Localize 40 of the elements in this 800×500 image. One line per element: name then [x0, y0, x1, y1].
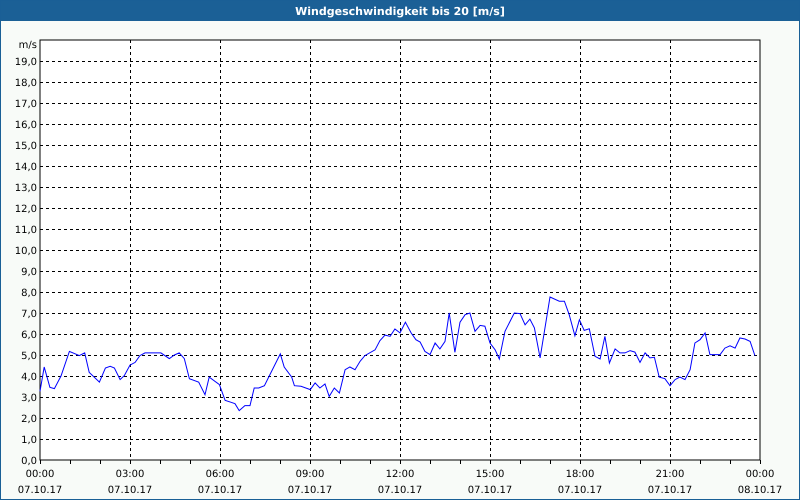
y-tick-label: 13,0	[14, 183, 37, 194]
y-tick-label: 12,0	[14, 204, 37, 215]
x-tick-label: 00:00	[26, 469, 54, 480]
x-tick-date: 07.10.17	[288, 485, 332, 496]
y-tick-label: 19,0	[14, 57, 37, 68]
chart-title: Windgeschwindigkeit bis 20 [m/s]	[295, 4, 505, 18]
x-tick-label: 12:00	[386, 469, 414, 480]
x-tick-label: 21:00	[656, 469, 684, 480]
x-tick-date: 08.10.17	[738, 485, 782, 496]
y-tick-label: 16,0	[14, 120, 37, 131]
y-axis-unit: m/s	[18, 40, 37, 51]
x-tick-label: 18:00	[566, 469, 594, 480]
x-tick-label: 00:00	[746, 469, 774, 480]
x-tick-date: 07.10.17	[558, 485, 602, 496]
y-tick-label: 9,0	[21, 267, 37, 278]
y-tick-label: 10,0	[14, 246, 37, 257]
x-tick-label: 03:00	[116, 469, 144, 480]
x-tick-date: 07.10.17	[468, 485, 512, 496]
y-tick-label: 17,0	[14, 99, 37, 110]
y-tick-label: 8,0	[21, 288, 37, 299]
y-tick-label: 2,0	[21, 414, 37, 425]
x-tick-label: 09:00	[296, 469, 324, 480]
x-tick-date: 07.10.17	[18, 485, 62, 496]
y-tick-label: 18,0	[14, 78, 37, 89]
y-tick-label: 1,0	[21, 435, 37, 446]
y-tick-label: 5,0	[21, 351, 37, 362]
y-tick-label: 7,0	[21, 309, 37, 320]
y-tick-label: 6,0	[21, 330, 37, 341]
y-tick-label: 0,0	[21, 456, 37, 467]
x-tick-label: 15:00	[476, 469, 504, 480]
x-tick-date: 07.10.17	[198, 485, 242, 496]
y-tick-label: 11,0	[14, 225, 37, 236]
y-tick-label: 14,0	[14, 162, 37, 173]
x-tick-date: 07.10.17	[108, 485, 152, 496]
x-tick-date: 07.10.17	[378, 485, 422, 496]
x-tick-label: 06:00	[206, 469, 234, 480]
y-tick-label: 3,0	[21, 393, 37, 404]
y-tick-label: 15,0	[14, 141, 37, 152]
x-tick-date: 07.10.17	[648, 485, 692, 496]
y-tick-label: 4,0	[21, 372, 37, 383]
